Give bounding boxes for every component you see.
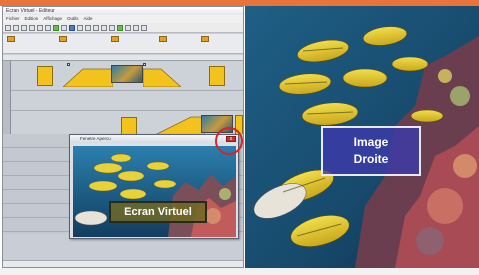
tool-icon[interactable] [109,24,115,31]
right-image-label-line2: Droite [353,152,389,166]
clip[interactable] [37,66,53,86]
fade-ramp[interactable] [143,65,181,87]
tool-icon[interactable] [141,24,147,31]
right-image-label: Image Droite [321,126,421,176]
virtual-screen-label: Ecran Virtuel [109,201,207,223]
track-header[interactable] [3,91,11,111]
zoom-icon[interactable] [69,24,75,31]
stop-icon[interactable] [61,24,67,31]
track-2 [11,91,243,111]
keyframe-handle[interactable] [143,63,146,66]
virtual-screen: Ecran Virtuel [73,146,236,237]
effect-item[interactable] [7,36,15,52]
clip[interactable] [121,117,137,135]
cut-icon[interactable] [21,24,27,31]
preview-window[interactable]: Fenetre Apercu x Ecran Virtuel [69,134,239,239]
effects-panel [3,34,243,54]
menu-bar: Fichier Edition Affichage Outils Aide [3,15,243,23]
menu-tools[interactable]: Outils [67,15,79,23]
right-image-label-line1: Image [353,135,389,149]
menu-view[interactable]: Affichage [43,15,62,23]
undo-icon[interactable] [45,24,51,31]
track-1 [11,61,243,91]
save-icon[interactable] [13,24,19,31]
tool-icon[interactable] [85,24,91,31]
track-header[interactable] [3,61,11,91]
fade-ramp[interactable] [63,65,113,87]
tool-icon[interactable] [93,24,99,31]
paste-icon[interactable] [37,24,43,31]
tool-icon[interactable] [125,24,131,31]
effect-item[interactable] [59,36,67,52]
status-bar [3,260,243,267]
bottom-strip [0,268,479,275]
tool-icon[interactable] [101,24,107,31]
right-image-panel: Image Droite [245,6,479,268]
menu-edit[interactable]: Edition [25,15,39,23]
screenshot-root: { "editor": { "title": "Ecran Virtuel - … [0,0,479,275]
close-highlight-circle [215,127,243,155]
copy-icon[interactable] [29,24,35,31]
toolbar [3,23,243,33]
effect-item[interactable] [111,36,119,52]
effect-item[interactable] [201,36,209,52]
play-icon[interactable] [53,24,59,31]
menu-help[interactable]: Aide [83,15,92,23]
keyframe-handle[interactable] [67,63,70,66]
tool-icon[interactable] [133,24,139,31]
tool-icon[interactable] [77,24,83,31]
effect-item[interactable] [159,36,167,52]
menu-file[interactable]: Fichier [6,15,20,23]
virtual-screen-image [73,146,236,237]
clip-thumbnail[interactable] [111,65,143,83]
preview-title[interactable]: Fenetre Apercu [70,135,238,143]
tool-icon[interactable] [117,24,123,31]
editor-title: Ecran Virtuel - Editeur [3,7,243,15]
editor-window: Ecran Virtuel - Editeur Fichier Edition … [2,6,244,268]
clip[interactable] [209,66,225,86]
file-icon[interactable] [5,24,11,31]
